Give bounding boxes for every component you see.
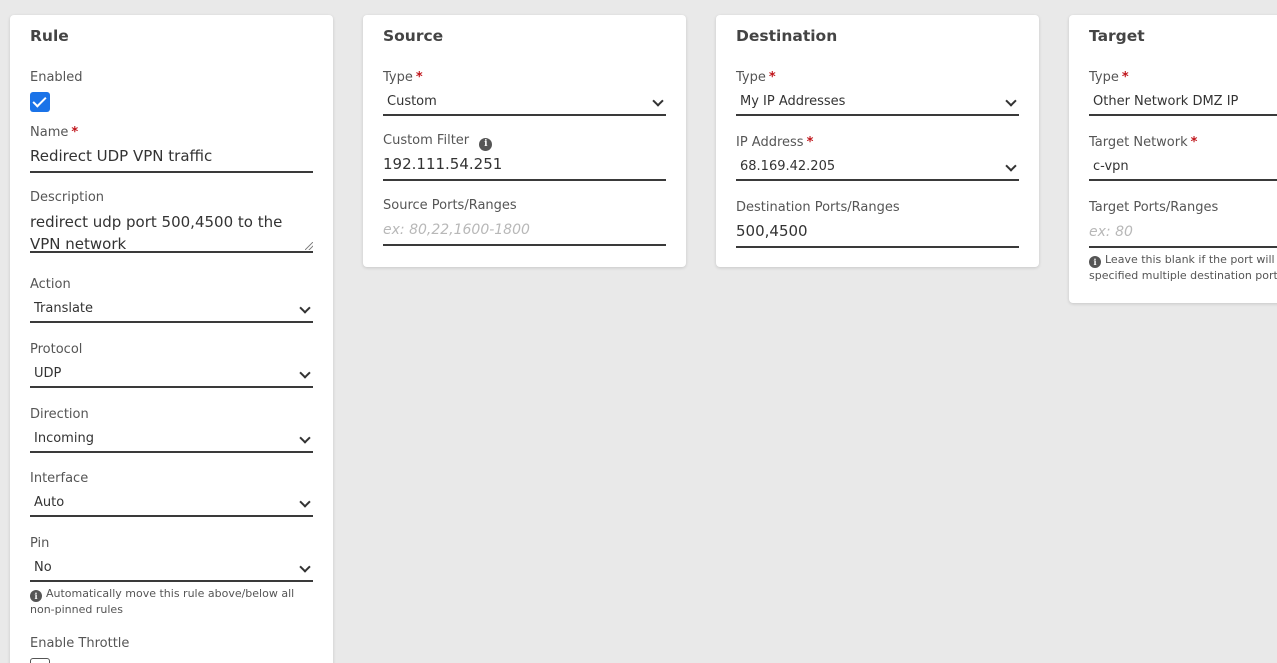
resize-grip-icon[interactable] [305,242,313,250]
info-icon: i [1089,256,1101,268]
chevron-down-icon [299,302,311,314]
throttle-label: Enable Throttle [30,636,130,651]
required-marker: * [806,135,814,150]
source-type-select[interactable]: Custom [383,88,666,116]
destination-ports-input[interactable]: 500,4500 [736,218,1019,248]
protocol-label: Protocol [30,342,83,357]
destination-ports-label: Destination Ports/Ranges [736,200,900,215]
destination-type-field: Type * My IP Addresses [736,70,1019,116]
ip-address-label: IP Address * [736,135,814,150]
destination-type-label: Type * [736,70,776,85]
enabled-field: Enabled [30,70,313,112]
description-label: Description [30,190,105,205]
pin-select[interactable]: No [30,554,313,582]
interface-select[interactable]: Auto [30,489,313,517]
target-network-select[interactable]: c-vpn [1089,153,1277,181]
source-card-title: Source [383,27,444,45]
destination-card: Destination Type * My IP Addresses IP Add… [716,15,1039,267]
target-ports-label: Target Ports/Ranges [1089,200,1219,215]
pin-value: No [34,560,52,575]
target-type-label: Type * [1089,70,1129,85]
name-field: Name * Redirect UDP VPN traffic [30,125,313,173]
protocol-value: UDP [34,366,62,381]
direction-select[interactable]: Incoming [30,425,313,453]
source-ports-input[interactable]: ex: 80,22,1600-1800 [383,216,666,246]
pin-hint-text: Automatically move this rule above/below… [30,587,295,616]
ip-address-select[interactable]: 68.169.42.205 [736,153,1019,181]
name-label: Name * [30,125,79,140]
ip-address-value: 68.169.42.205 [740,159,836,174]
protocol-field: Protocol UDP [30,342,313,388]
target-card-title: Target [1089,27,1145,45]
description-textarea[interactable]: redirect udp port 500,4500 to the VPN ne… [30,211,313,253]
direction-value: Incoming [34,431,94,446]
custom-filter-label: Custom Filter i [383,133,666,151]
throttle-field: Enable Throttle [30,636,313,663]
source-type-label: Type * [383,70,423,85]
target-network-value: c-vpn [1093,159,1129,174]
source-type-field: Type * Custom [383,70,666,116]
destination-type-value: My IP Addresses [740,94,846,109]
source-ports-field: Source Ports/Ranges ex: 80,22,1600-1800 [383,198,666,246]
action-label: Action [30,277,71,292]
target-type-value: Other Network DMZ IP [1093,94,1239,109]
pin-field: Pin No i Automatically move this rule abo… [30,536,313,618]
description-text: redirect udp port 500,4500 to the VPN ne… [30,213,283,253]
required-marker: * [71,125,79,140]
required-marker: * [768,70,776,85]
interface-value: Auto [34,495,65,510]
protocol-select[interactable]: UDP [30,360,313,388]
chevron-down-icon [299,561,311,573]
chevron-down-icon [652,95,664,107]
destination-card-title: Destination [736,27,838,45]
chevron-down-icon [299,367,311,379]
target-ports-field: Target Ports/Ranges ex: 80 i Leave this b… [1089,200,1277,284]
required-marker: * [1121,70,1129,85]
action-value: Translate [34,301,94,316]
description-field: Description redirect udp port 500,4500 t… [30,190,313,253]
target-card: Target Type * Other Network DMZ IP Target… [1069,15,1277,303]
chevron-down-icon [1005,160,1017,172]
chevron-down-icon [299,432,311,444]
target-ports-placeholder: ex: 80 [1089,224,1133,240]
pin-label: Pin [30,536,50,551]
chevron-down-icon [299,496,311,508]
custom-filter-input[interactable]: 192.111.54.251 [383,151,666,181]
action-field: Action Translate [30,277,313,323]
custom-filter-field: Custom Filter i 192.111.54.251 [383,133,666,181]
interface-field: Interface Auto [30,471,313,517]
required-marker: * [1190,135,1198,150]
source-card: Source Type * Custom Custom Filter i 192.… [363,15,686,267]
target-type-field: Type * Other Network DMZ IP [1089,70,1277,116]
info-icon: i [30,590,42,602]
rule-card: Rule Enabled Name * Redirect UDP VPN traf… [10,15,333,663]
ip-address-field: IP Address * 68.169.42.205 [736,135,1019,181]
target-type-select[interactable]: Other Network DMZ IP [1089,88,1277,116]
enabled-label: Enabled [30,70,83,85]
source-type-value: Custom [387,94,437,109]
throttle-checkbox[interactable] [30,658,50,663]
target-ports-hint-line1: Leave this blank if the port will be t [1105,253,1277,266]
target-network-field: Target Network * c-vpn [1089,135,1277,181]
target-network-label: Target Network * [1089,135,1198,150]
interface-label: Interface [30,471,89,486]
direction-label: Direction [30,407,89,422]
name-input[interactable]: Redirect UDP VPN traffic [30,143,313,173]
required-marker: * [415,70,423,85]
target-ports-hint-line2: specified multiple destination ports [1089,269,1277,282]
source-ports-placeholder: ex: 80,22,1600-1800 [383,222,530,238]
enabled-checkbox[interactable] [30,92,50,112]
action-select[interactable]: Translate [30,295,313,323]
source-ports-label: Source Ports/Ranges [383,198,517,213]
destination-ports-field: Destination Ports/Ranges 500,4500 [736,200,1019,248]
rule-card-title: Rule [30,27,69,45]
chevron-down-icon [1005,95,1017,107]
target-ports-input[interactable]: ex: 80 [1089,218,1277,248]
target-ports-hint: iLeave this blank if the port will be t … [1089,252,1277,284]
destination-type-select[interactable]: My IP Addresses [736,88,1019,116]
info-icon[interactable]: i [479,138,493,151]
direction-field: Direction Incoming [30,407,313,453]
pin-hint: i Automatically move this rule above/belo… [30,586,313,618]
